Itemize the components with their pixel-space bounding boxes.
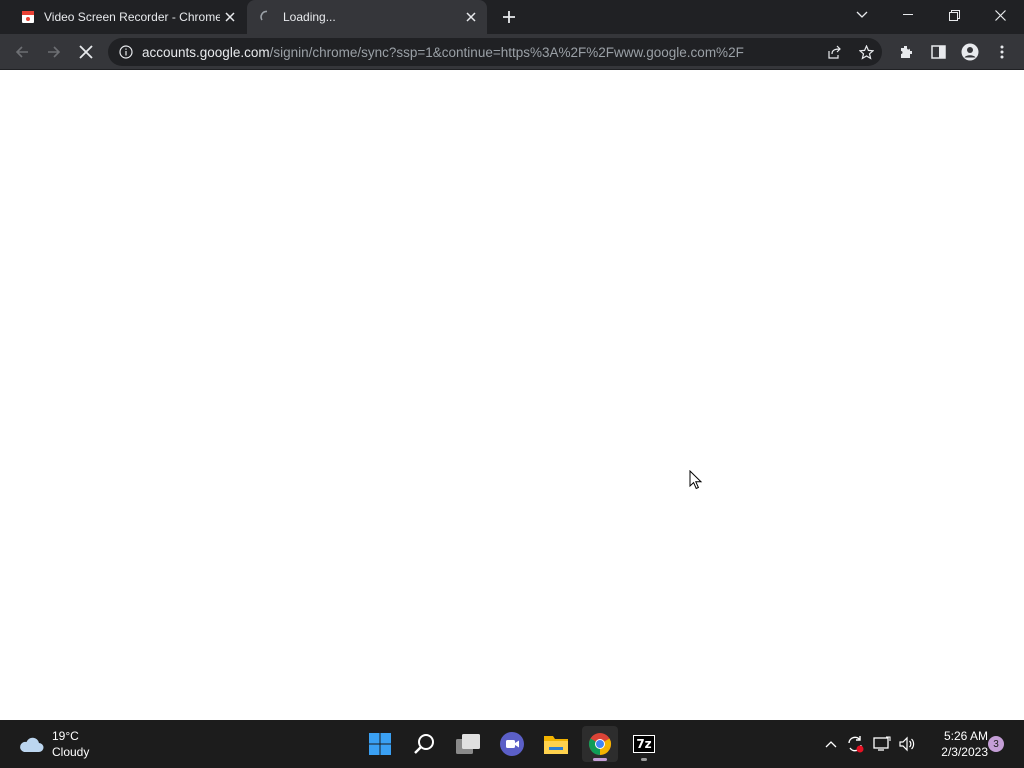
show-hidden-icons-icon[interactable]: [821, 734, 841, 754]
tab-title: Video Screen Recorder - Chrome: [44, 10, 220, 24]
cloud-icon: [20, 737, 44, 752]
video-call-icon: [500, 732, 524, 756]
profile-avatar-icon[interactable]: [956, 38, 984, 66]
tab-video-recorder[interactable]: Video Screen Recorder - Chrome: [8, 0, 246, 34]
weather-temperature: 19°C: [52, 729, 79, 743]
address-bar[interactable]: accounts.google.com/signin/chrome/sync?s…: [108, 38, 882, 66]
running-app-indicator: [641, 758, 647, 761]
bookmark-star-icon[interactable]: [858, 44, 874, 60]
windows-logo-icon: [369, 733, 391, 755]
url-path: /signin/chrome/sync?ssp=1&continue=https…: [269, 44, 744, 60]
tab-title: Loading...: [283, 10, 336, 24]
new-tab-button[interactable]: [498, 6, 520, 28]
chrome-taskbar-button[interactable]: [582, 726, 618, 762]
chrome-menu-icon[interactable]: [988, 38, 1016, 66]
mouse-cursor-icon: [689, 470, 703, 490]
minimize-icon[interactable]: [886, 0, 930, 30]
start-button[interactable]: [362, 726, 398, 762]
chrome-logo-icon: [589, 733, 611, 755]
taskbar: 19°C Cloudy 7z 5:26 AM 2/3/2023 3: [0, 720, 1024, 768]
weather-widget[interactable]: 19°C Cloudy: [18, 728, 89, 760]
restore-icon[interactable]: [932, 0, 976, 30]
side-panel-icon[interactable]: [924, 38, 952, 66]
weather-condition: Cloudy: [52, 745, 90, 759]
system-clock[interactable]: 5:26 AM 2/3/2023: [926, 728, 988, 760]
notification-badge[interactable]: 3: [988, 736, 1004, 752]
page-content: [0, 71, 1024, 720]
volume-icon[interactable]: [897, 734, 917, 754]
toolbar: accounts.google.com/signin/chrome/sync?s…: [0, 34, 1024, 70]
tab-loading[interactable]: Loading...: [247, 0, 487, 34]
file-explorer-button[interactable]: [538, 726, 574, 762]
folder-icon: [544, 736, 568, 754]
share-icon[interactable]: [826, 44, 842, 60]
close-window-icon[interactable]: [978, 0, 1022, 30]
recorder-favicon-icon: [20, 9, 36, 25]
sync-status-icon[interactable]: [845, 734, 865, 754]
url-text: accounts.google.com/signin/chrome/sync?s…: [142, 45, 768, 60]
meet-app-button[interactable]: [494, 726, 530, 762]
clock-time: 5:26 AM: [943, 729, 988, 743]
url-host: accounts.google.com: [142, 44, 270, 60]
tab-strip: Video Screen Recorder - Chrome Loading..…: [0, 0, 1024, 34]
tab-search-icon[interactable]: [840, 0, 884, 30]
site-info-icon[interactable]: [118, 44, 134, 60]
back-icon[interactable]: [8, 38, 36, 66]
clock-date: 2/3/2023: [941, 745, 988, 759]
active-app-indicator: [593, 758, 607, 761]
task-view-icon: [456, 734, 480, 754]
forward-icon[interactable]: [40, 38, 68, 66]
task-view-button[interactable]: [450, 726, 486, 762]
search-icon: [414, 734, 434, 754]
loading-spinner-icon: [259, 9, 275, 25]
network-icon[interactable]: [872, 734, 892, 754]
search-button[interactable]: [406, 726, 442, 762]
close-tab-icon[interactable]: [461, 7, 481, 27]
extensions-icon[interactable]: [892, 38, 920, 66]
browser-window: Video Screen Recorder - Chrome Loading..…: [0, 0, 1024, 720]
7zip-icon: 7z: [633, 735, 655, 753]
7zip-button[interactable]: 7z: [626, 726, 662, 762]
stop-loading-icon[interactable]: [72, 38, 100, 66]
close-tab-icon[interactable]: [220, 7, 240, 27]
